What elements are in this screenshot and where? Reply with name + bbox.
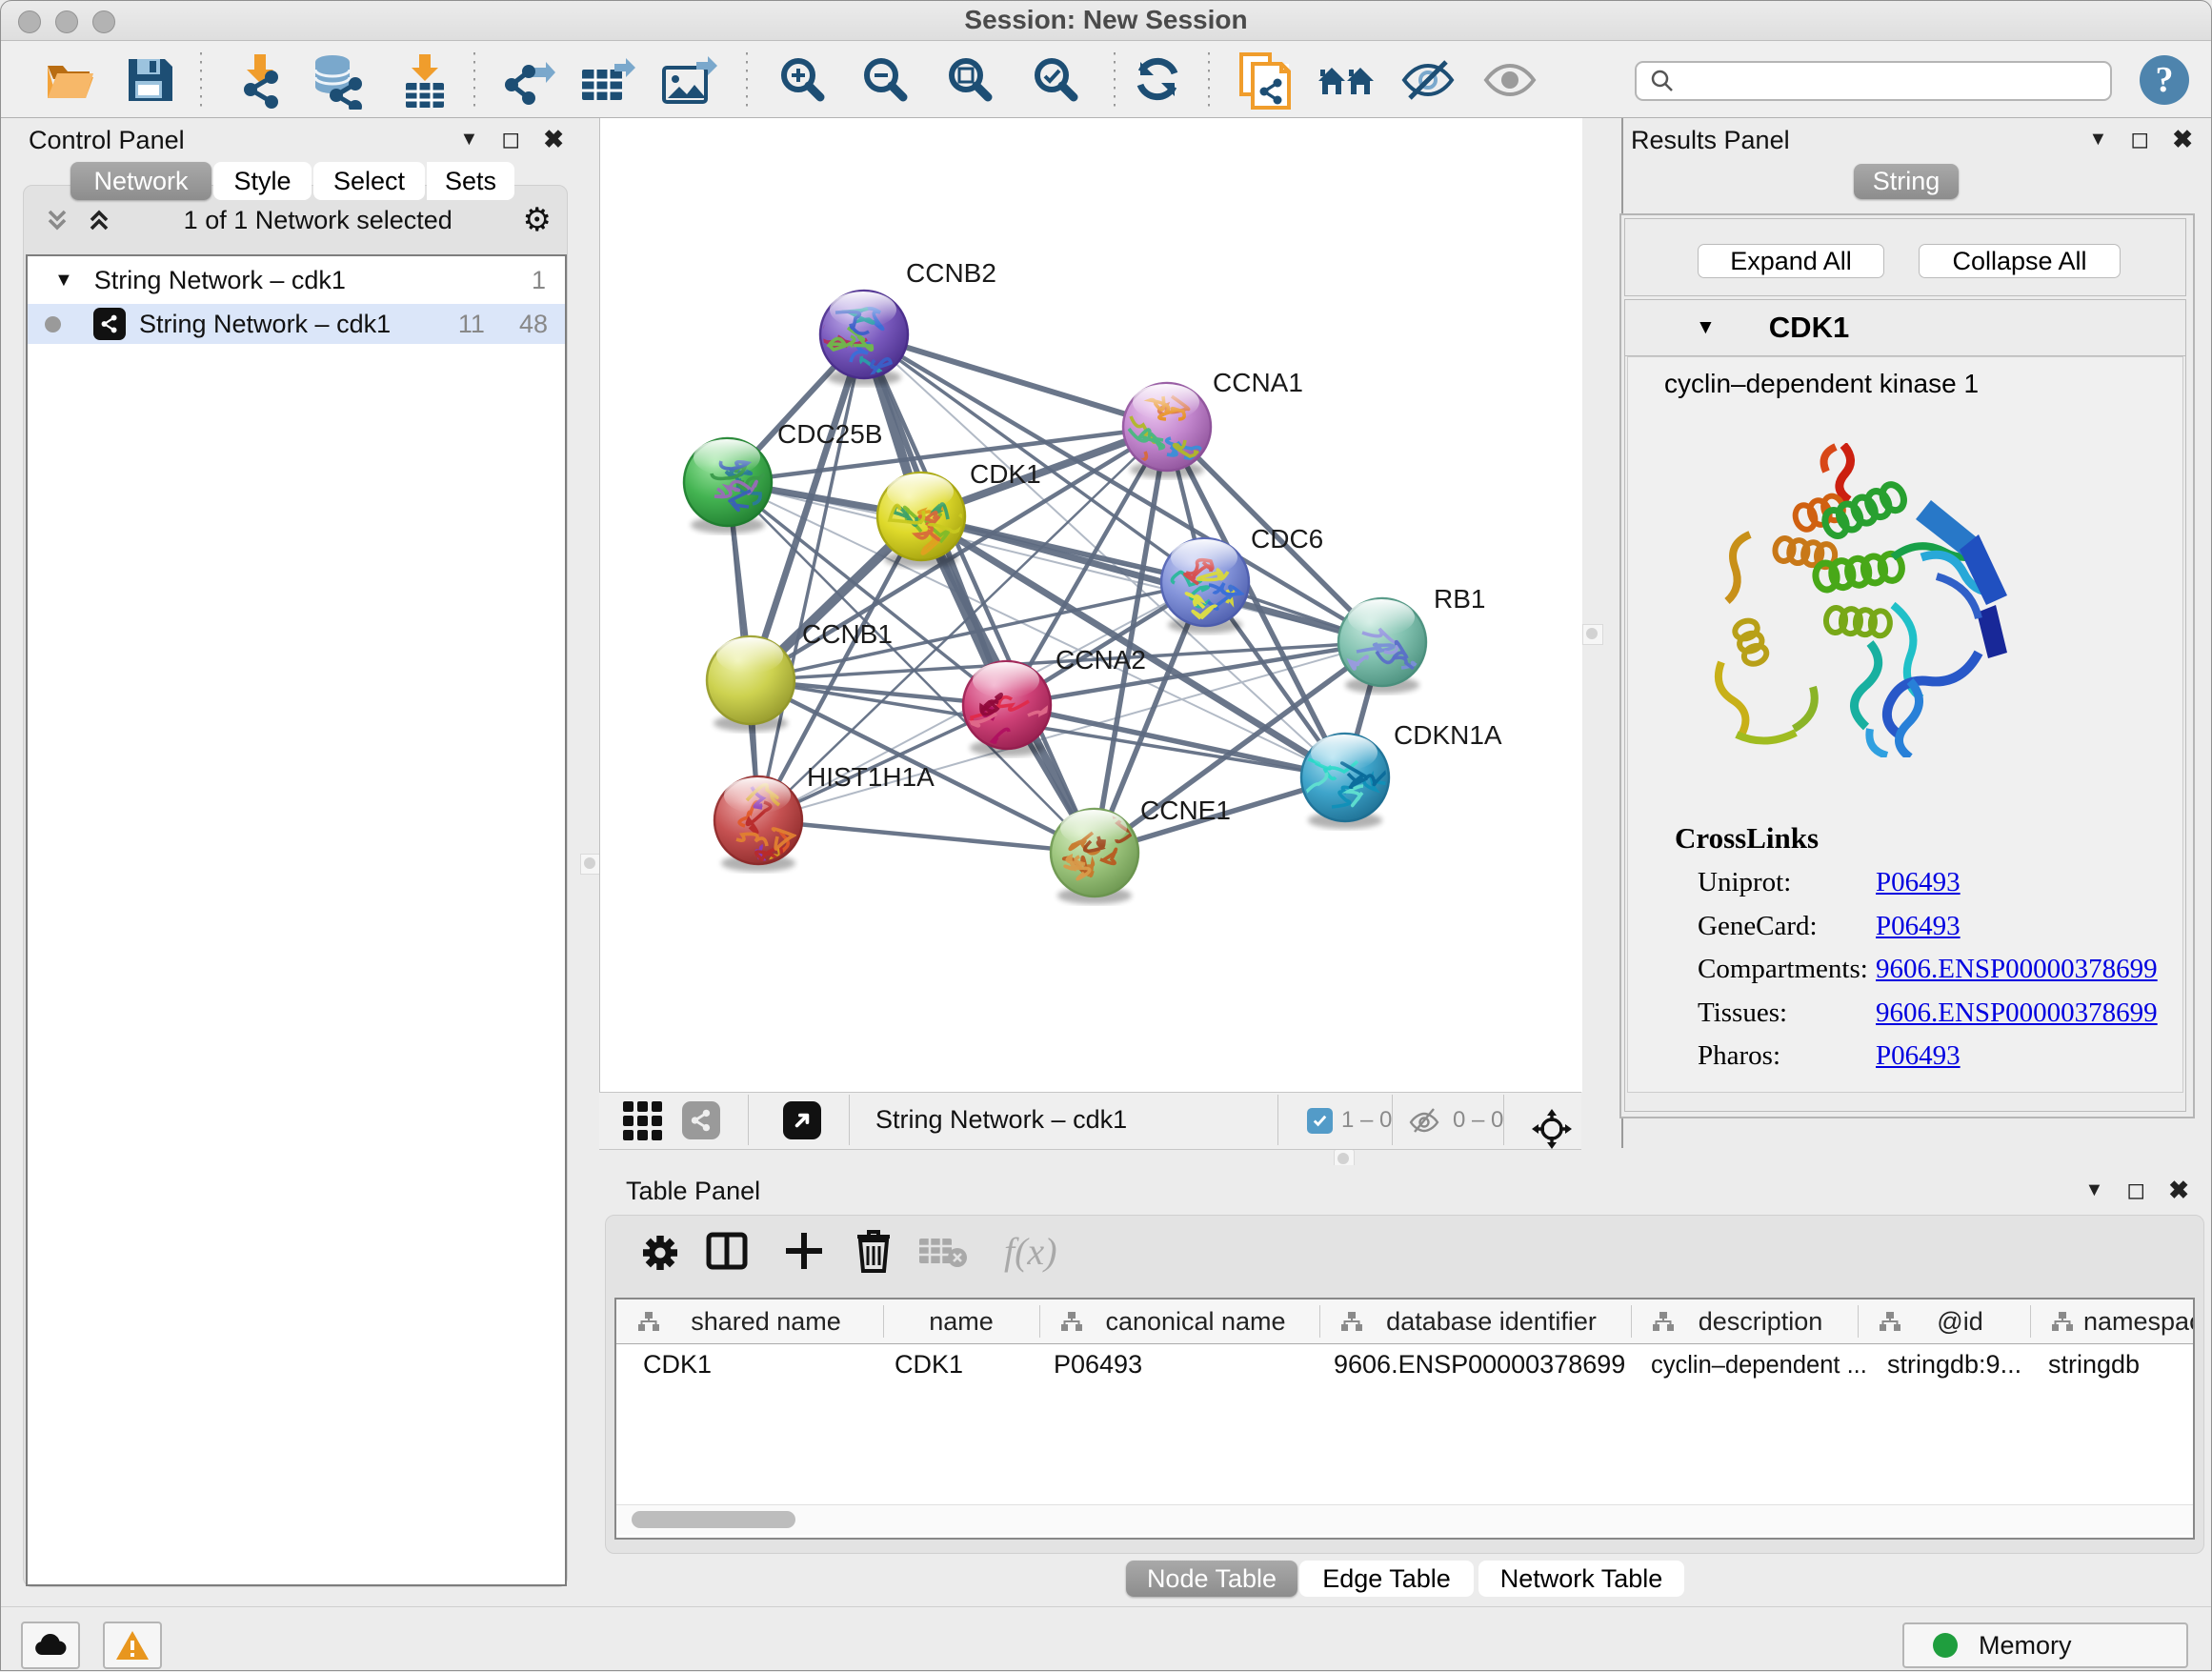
svg-text:CCNE1: CCNE1	[1140, 796, 1231, 825]
svg-text:CCNB1: CCNB1	[802, 619, 893, 649]
svg-text:CDC6: CDC6	[1251, 524, 1323, 554]
svg-text:HIST1H1A: HIST1H1A	[807, 762, 935, 792]
svg-text:CDKN1A: CDKN1A	[1394, 720, 1502, 750]
svg-text:CCNB2: CCNB2	[906, 258, 996, 288]
svg-text:RB1: RB1	[1434, 584, 1485, 614]
svg-text:CCNA2: CCNA2	[1056, 645, 1146, 675]
svg-text:CDC25B: CDC25B	[777, 419, 882, 449]
svg-text:CDK1: CDK1	[970, 459, 1041, 489]
svg-text:CCNA1: CCNA1	[1213, 368, 1303, 397]
